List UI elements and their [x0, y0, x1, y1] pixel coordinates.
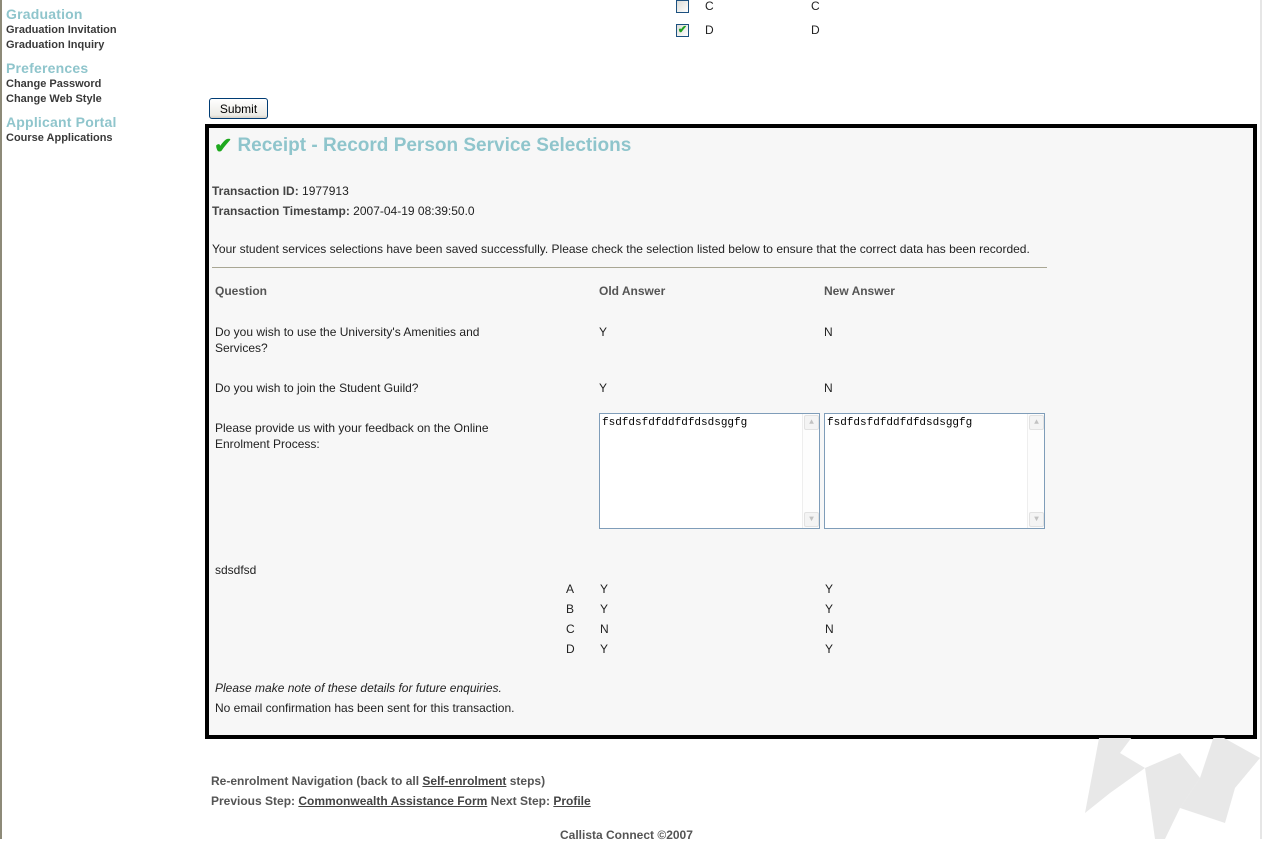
sidebar-item-course-applications[interactable]: Course Applications — [6, 131, 200, 146]
receipt-title: Receipt - Record Person Service Selectio… — [237, 135, 632, 156]
option-row: C C — [676, 0, 820, 18]
transaction-timestamp-value: 2007-04-19 08:39:50.0 — [353, 204, 475, 218]
option-label: D — [566, 642, 575, 656]
next-step-link[interactable]: Profile — [553, 794, 590, 808]
old-answer: Y — [600, 582, 609, 596]
option-label: C — [566, 622, 575, 636]
navigation-line-1: Re-enrolment Navigation (back to all Sel… — [211, 771, 591, 791]
enrolment-navigation: Re-enrolment Navigation (back to all Sel… — [211, 771, 591, 811]
column-header-old-answer: Old Answer — [599, 284, 666, 298]
new-feedback-textarea[interactable]: fsdfdsfdfddfdfdsdsggfg ▲ ▼ — [824, 413, 1045, 529]
sidebar-item-graduation-inquiry[interactable]: Graduation Inquiry — [6, 38, 200, 53]
nav-prefix: Re-enrolment Navigation (back to all — [211, 774, 420, 788]
copyright: Callista Connect ©2007 — [560, 828, 693, 842]
new-answer: N — [824, 325, 833, 339]
column-header-question: Question — [215, 284, 268, 298]
nav-suffix: steps) — [509, 774, 546, 788]
question-text: Please provide us with your feedback on … — [215, 421, 489, 451]
previous-step-label: Previous Step: — [211, 794, 296, 808]
sidebar-heading: Applicant Portal — [6, 114, 117, 130]
old-feedback-textarea[interactable]: fsdfdsfdfddfdfdsdsggfg ▲ ▼ — [599, 413, 820, 529]
sidebar-heading: Preferences — [6, 60, 89, 76]
new-answer: Y — [825, 642, 834, 656]
scroll-down-icon[interactable]: ▼ — [804, 512, 819, 527]
star-logo-watermark-icon — [1085, 738, 1260, 839]
note-text: Please make note of these details for fu… — [215, 681, 502, 695]
new-answer: Y — [825, 602, 834, 616]
scroll-up-icon[interactable]: ▲ — [804, 415, 819, 430]
email-note-text: No email confirmation has been sent for … — [215, 701, 515, 715]
question-text: Do you wish to use the University's Amen… — [215, 325, 480, 355]
checkmark-icon: ✔ — [677, 23, 688, 36]
transaction-id-label: Transaction ID: — [212, 184, 299, 198]
transaction-id-line: Transaction ID: 1977913 — [212, 181, 1253, 201]
transaction-timestamp-label: Transaction Timestamp: — [212, 204, 350, 218]
previous-step-link[interactable]: Commonwealth Assistance Form — [298, 794, 487, 808]
sidebar-heading: Graduation — [6, 6, 83, 22]
option-row: ✔ D D — [676, 18, 820, 42]
sidebar-item-graduation-invitation[interactable]: Graduation Invitation — [6, 23, 200, 38]
textarea-value: fsdfdsfdfddfdfdsdsggfg — [602, 417, 748, 429]
old-answer: Y — [599, 381, 608, 395]
scrollbar[interactable]: ▲ ▼ — [1027, 414, 1044, 528]
transaction-timestamp-line: Transaction Timestamp: 2007-04-19 08:39:… — [212, 201, 1253, 221]
sidebar-group-preferences: Preferences Change Password Change Web S… — [6, 60, 200, 107]
new-answer: N — [825, 622, 834, 636]
receipt-title-row: ✔ Receipt - Record Person Service Select… — [214, 131, 1253, 161]
option-label: C — [705, 0, 714, 13]
divider — [212, 267, 1047, 268]
textarea-value: fsdfdsfdfddfdfdsdsggfg — [827, 417, 973, 429]
scroll-up-icon[interactable]: ▲ — [1029, 415, 1044, 430]
old-answer: Y — [600, 602, 609, 616]
sidebar-group-graduation: Graduation Graduation Invitation Graduat… — [6, 6, 200, 53]
next-step-label: Next Step: — [490, 794, 550, 808]
sidebar: Graduation Graduation Invitation Graduat… — [0, 0, 200, 839]
column-header-new-answer: New Answer — [824, 284, 895, 298]
transaction-info: Transaction ID: 1977913 Transaction Time… — [212, 181, 1253, 221]
sidebar-item-change-web-style[interactable]: Change Web Style — [6, 92, 200, 107]
old-answer: Y — [600, 642, 609, 656]
success-message: Your student services selections have be… — [212, 242, 1030, 256]
option-checkbox-c[interactable] — [676, 0, 689, 13]
navigation-line-2: Previous Step: Commonwealth Assistance F… — [211, 791, 591, 811]
option-value: D — [811, 23, 820, 37]
scrollbar[interactable]: ▲ ▼ — [802, 414, 819, 528]
transaction-id-value: 1977913 — [302, 184, 349, 198]
old-answer: N — [600, 622, 609, 636]
checkmark-icon: ✔ — [214, 133, 233, 158]
submit-button[interactable]: Submit — [209, 98, 268, 119]
receipt-panel: ✔ Receipt - Record Person Service Select… — [205, 124, 1257, 739]
option-checkbox-list: C C ✔ D D — [676, 0, 820, 42]
option-label: A — [566, 582, 575, 596]
question-text: Do you wish to join the Student Guild? — [215, 381, 419, 395]
new-answer: Y — [825, 582, 834, 596]
option-checkbox-d[interactable]: ✔ — [676, 23, 689, 37]
scroll-down-icon[interactable]: ▼ — [1029, 512, 1044, 527]
new-answer: N — [824, 381, 833, 395]
option-value: C — [811, 0, 820, 13]
self-enrolment-link[interactable]: Self-enrolment — [422, 774, 506, 788]
sidebar-group-applicant-portal: Applicant Portal Course Applications — [6, 114, 200, 146]
option-label: B — [566, 602, 575, 616]
option-label: D — [705, 23, 714, 37]
logo-petal — [1085, 738, 1145, 813]
multi-question-text: sdsdfsd — [215, 563, 257, 577]
sidebar-item-change-password[interactable]: Change Password — [6, 77, 200, 92]
old-answer: Y — [599, 325, 608, 339]
